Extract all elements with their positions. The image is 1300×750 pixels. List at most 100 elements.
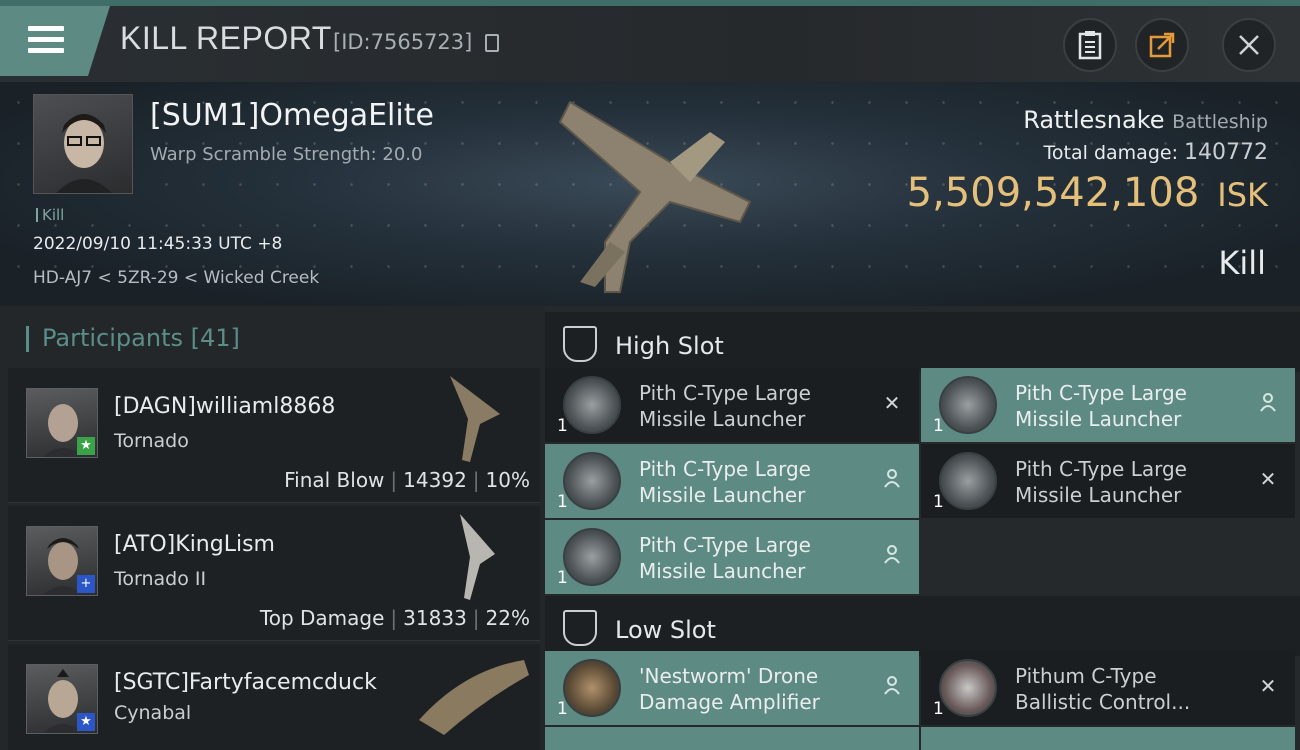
participant-ship: Tornado <box>114 430 189 452</box>
slot-item[interactable]: 1 'Nestworm' Drone Damage Amplifier <box>545 651 919 725</box>
item-name: Pith C-Type Large Missile Launcher <box>1015 380 1255 432</box>
destroyed-icon: ✕ <box>1259 467 1277 491</box>
participant-badge: ★ <box>77 713 95 731</box>
result-label: Kill <box>1218 244 1266 282</box>
participant-stat-label: Top Damage <box>259 606 385 630</box>
clipboard-icon <box>1078 31 1102 60</box>
item-quantity: 1 <box>933 416 944 436</box>
participants-count: [41] <box>190 324 240 352</box>
close-icon <box>1239 35 1259 55</box>
participant-ship: Cynabal <box>114 702 192 724</box>
slot-item[interactable]: 1 Pith C-Type Large Missile Launcher <box>545 444 919 518</box>
slot-item[interactable]: 1 Pith C-Type Large Missile Launcher ✕ <box>921 444 1295 518</box>
participant-percent: 22% <box>485 606 530 630</box>
item-quantity: 1 <box>557 699 568 719</box>
participant-ship-image <box>460 514 495 600</box>
participant-stats: Final Blow | 14392 | 10% <box>284 468 530 492</box>
slot-item-partial[interactable] <box>545 727 919 750</box>
item-name: Pith C-Type Large Missile Launcher <box>639 380 879 432</box>
clipboard-button[interactable] <box>1063 18 1117 72</box>
participants-label: Participants <box>42 324 183 352</box>
menu-icon-bar <box>28 37 64 42</box>
participant-stats: Top Damage | 31833 | 22% <box>259 606 530 630</box>
report-id: [ID:7565723] <box>333 30 473 54</box>
participant-badge: ★ <box>77 437 95 455</box>
participant-ship: Tornado II <box>114 568 207 590</box>
item-quantity: 1 <box>557 568 568 588</box>
slot-item[interactable]: 1 Pithum C-Type Ballistic Control... ✕ <box>921 651 1295 725</box>
ship-name: Rattlesnake <box>1023 106 1165 134</box>
item-name-line2: Missile Launcher <box>1015 407 1182 431</box>
person-icon <box>1260 393 1276 412</box>
item-name: Pith C-Type Large Missile Launcher <box>1015 456 1255 508</box>
participant-row[interactable]: ★ [DAGN]williaml8868 Tornado Final Blow |… <box>8 368 540 503</box>
copy-icon[interactable] <box>485 34 499 52</box>
item-name-line1: Pith C-Type Large <box>639 381 811 405</box>
participant-damage: 31833 <box>403 606 467 630</box>
item-name-line2: Missile Launcher <box>639 559 806 583</box>
victim-avatar[interactable] <box>33 94 133 194</box>
slot-item[interactable]: 1 Pith C-Type Large Missile Launcher <box>921 368 1295 442</box>
victim-ship-image[interactable] <box>550 92 770 302</box>
total-damage: Total damage: 140772 <box>1044 140 1268 165</box>
share-button[interactable] <box>1135 18 1189 72</box>
item-quantity: 1 <box>933 699 944 719</box>
share-icon <box>1149 32 1175 58</box>
victim-name[interactable]: [SUM1]OmegaElite <box>150 98 434 133</box>
victim-warp-scramble: Warp Scramble Strength: 20.0 <box>150 144 423 165</box>
victim-ship-name[interactable]: Rattlesnake Battleship <box>1023 106 1268 134</box>
slot-item[interactable]: 1 Pith C-Type Large Missile Launcher <box>545 520 919 594</box>
ballistic-control-icon <box>939 659 997 717</box>
item-quantity: 1 <box>557 492 568 512</box>
isk-amount: 5,509,542,108 <box>906 170 1200 216</box>
participant-percent: 10% <box>485 468 530 492</box>
destroyed-icon: ✕ <box>1259 674 1277 698</box>
participant-row[interactable]: + [ATO]KingLism Tornado II Top Damage | 31… <box>8 506 540 641</box>
participant-avatar: ★ <box>26 664 98 734</box>
item-name-line2: Missile Launcher <box>639 483 806 507</box>
participant-name: [DAGN]williaml8868 <box>114 394 336 419</box>
dropped-person-icon <box>881 468 903 490</box>
title-bar: KILL REPORT [ID:7565723] <box>0 6 1300 82</box>
participant-avatar: ★ <box>26 388 98 458</box>
victim-portrait-image <box>56 114 112 193</box>
missile-launcher-icon <box>939 376 997 434</box>
participant-avatar: + <box>26 526 98 596</box>
participant-row[interactable]: ★ [SGTC]Fartyfacemcduck Cynabal <box>8 644 540 750</box>
high-slot-label: High Slot <box>615 332 724 360</box>
participant-damage: 14392 <box>403 468 467 492</box>
close-button[interactable] <box>1222 18 1276 72</box>
victim-panel: [SUM1]OmegaElite Warp Scramble Strength:… <box>0 82 1300 306</box>
high-slot-icon <box>563 326 597 362</box>
item-name-line1: 'Nestworm' Drone <box>639 664 819 688</box>
missile-launcher-icon <box>563 376 621 434</box>
person-icon <box>884 545 900 564</box>
participant-badge: + <box>77 575 95 593</box>
fitting-panel: High Slot 1 Pith C-Type Large Missile Lau… <box>545 306 1300 750</box>
item-name: Pith C-Type Large Missile Launcher <box>639 532 879 584</box>
participant-ship-image <box>450 376 500 462</box>
dropped-person-icon <box>881 544 903 566</box>
person-icon <box>884 469 900 488</box>
kill-location[interactable]: HD-AJ7 < 5ZR-29 < Wicked Creek <box>33 268 319 288</box>
slot-item-partial[interactable] <box>921 727 1295 750</box>
high-slot-header: High Slot <box>545 312 1300 372</box>
participant-name: [SGTC]Fartyfacemcduck <box>114 670 377 695</box>
item-name: Pith C-Type Large Missile Launcher <box>639 456 879 508</box>
slot-item[interactable]: 1 Pith C-Type Large Missile Launcher ✕ <box>545 368 919 442</box>
menu-icon <box>28 26 64 31</box>
item-name: 'Nestworm' Drone Damage Amplifier <box>639 663 879 715</box>
menu-button[interactable] <box>0 6 110 76</box>
item-name-line2: Missile Launcher <box>639 407 806 431</box>
total-damage-label: Total damage: <box>1043 142 1178 164</box>
item-name: Pithum C-Type Ballistic Control... <box>1015 663 1255 715</box>
item-quantity: 1 <box>557 416 568 436</box>
participant-ship-image <box>419 660 529 735</box>
drone-amplifier-icon <box>563 659 621 717</box>
isk-unit: ISK <box>1217 176 1268 214</box>
missile-launcher-icon <box>563 528 621 586</box>
kill-datetime: 2022/09/10 11:45:33 UTC +8 <box>33 234 283 254</box>
total-damage-value: 140772 <box>1184 140 1268 165</box>
item-quantity: 1 <box>933 492 944 512</box>
item-name-line1: Pith C-Type Large <box>639 457 811 481</box>
